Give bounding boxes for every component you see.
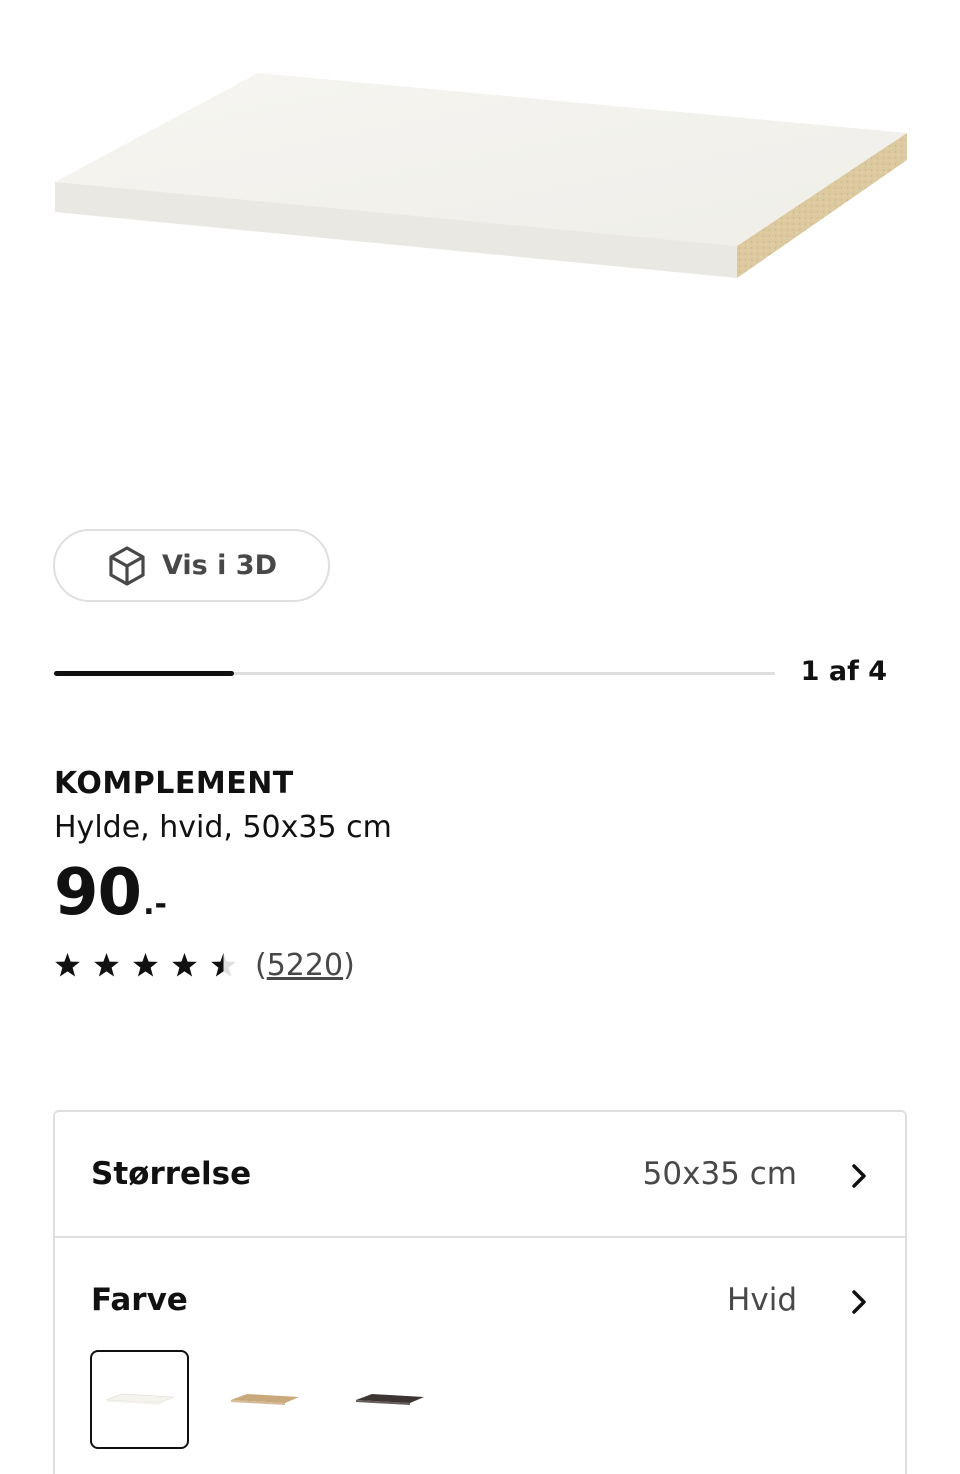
review-count-close: ) [343, 948, 355, 983]
color-swatch[interactable] [215, 1350, 314, 1449]
star-half-icon [211, 953, 236, 977]
view-in-3d-label: Vis i 3D [161, 550, 277, 581]
review-count-open: ( [255, 948, 267, 983]
product-price: 90 .- [54, 856, 167, 930]
size-option-value: 50x35 cm [642, 1156, 797, 1192]
color-option-value: Hvid [727, 1282, 797, 1318]
gallery-progress-bar [54, 671, 775, 676]
price-amount: 90 [54, 856, 142, 930]
product-name: KOMPLEMENT [54, 766, 294, 801]
star-full-icon [94, 953, 119, 977]
product-rating[interactable]: (5220) [54, 948, 355, 983]
product-description: Hylde, hvid, 50x35 cm [54, 810, 392, 845]
product-image[interactable] [0, 0, 960, 480]
color-option-label: Farve [91, 1282, 188, 1318]
size-option-label: Størrelse [91, 1156, 252, 1192]
review-count-link[interactable]: (5220) [255, 948, 355, 983]
rating-stars [54, 952, 237, 979]
progress-fill [54, 671, 235, 676]
gallery-counter: 1 af 4 [800, 656, 887, 687]
color-swatch[interactable] [90, 1350, 189, 1449]
shelf-illustration [55, 73, 907, 278]
chevron-right-icon [852, 1290, 866, 1314]
shelf-thumbnail [105, 1393, 174, 1405]
shelf-thumbnail [230, 1393, 299, 1405]
size-option-row[interactable]: Størrelse 50x35 cm [55, 1112, 905, 1238]
color-swatch[interactable] [340, 1350, 439, 1449]
star-full-icon [133, 953, 158, 977]
view-in-3d-button[interactable]: Vis i 3D [53, 529, 330, 602]
chevron-right-icon [852, 1164, 866, 1188]
color-option-row[interactable]: Farve Hvid [55, 1240, 905, 1474]
product-options-panel: Størrelse 50x35 cm Farve Hvid [53, 1110, 907, 1474]
star-full-icon [55, 953, 80, 977]
price-suffix: .- [143, 887, 167, 922]
review-count: 5220 [266, 948, 344, 983]
star-full-icon [172, 953, 197, 977]
shelf-thumbnail [355, 1393, 424, 1405]
cube-icon [109, 545, 145, 586]
color-swatches [90, 1350, 439, 1449]
